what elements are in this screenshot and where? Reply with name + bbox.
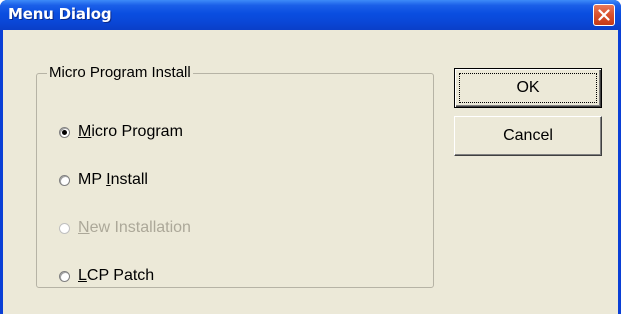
group-label: Micro Program Install [47, 64, 193, 82]
radio-button[interactable] [59, 270, 70, 282]
radio-label-lcp-patch[interactable]: LCP Patch [78, 267, 154, 285]
radio-micro-program[interactable]: Micro Program [59, 122, 183, 142]
dialog-body: Micro Program Install Micro Program MP I… [3, 30, 618, 314]
radio-button[interactable] [59, 174, 70, 186]
ok-button-label: OK [516, 79, 540, 96]
radio-button-disabled [59, 222, 70, 234]
dialog-window: Menu Dialog Micro Program Install Micro … [0, 0, 621, 314]
radio-lcp-patch[interactable]: LCP Patch [59, 266, 154, 286]
radio-label-micro-program[interactable]: Micro Program [78, 123, 183, 141]
title-bar[interactable]: Menu Dialog [0, 0, 621, 30]
radio-button-checked[interactable] [59, 126, 70, 138]
radio-new-installation: New Installation [59, 218, 191, 238]
close-button[interactable] [593, 4, 615, 26]
close-icon [598, 9, 610, 21]
ok-button[interactable]: OK [454, 68, 602, 108]
radio-mp-install[interactable]: MP Install [59, 170, 148, 190]
cancel-button[interactable]: Cancel [454, 116, 602, 156]
cancel-button-label: Cancel [503, 127, 553, 144]
micro-program-install-group: Micro Program Install Micro Program MP I… [36, 64, 434, 288]
radio-label-new-installation: New Installation [78, 219, 191, 236]
radio-label-mp-install[interactable]: MP Install [78, 171, 148, 189]
window-title: Menu Dialog [8, 5, 112, 23]
